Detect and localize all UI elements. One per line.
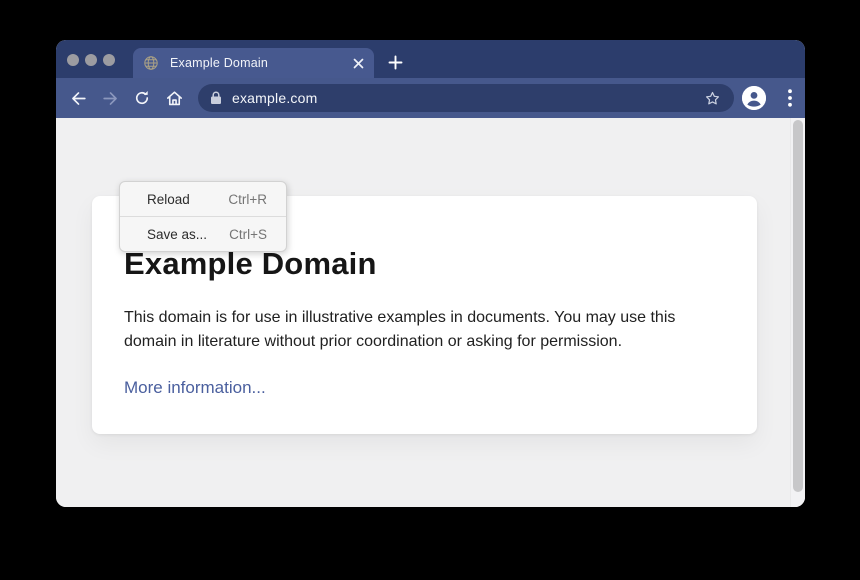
- browser-toolbar: example.com: [56, 78, 805, 118]
- lock-icon[interactable]: [210, 91, 222, 105]
- page-content: Example Domain This domain is for use in…: [56, 118, 805, 507]
- menu-item-shortcut: Ctrl+S: [229, 227, 267, 242]
- window-titlebar: Example Domain: [56, 40, 805, 78]
- close-window-button[interactable]: [67, 54, 79, 66]
- context-menu-item-reload[interactable]: Reload Ctrl+R: [120, 182, 286, 216]
- address-bar[interactable]: example.com: [198, 84, 734, 112]
- maximize-window-button[interactable]: [103, 54, 115, 66]
- menu-item-label: Reload: [147, 192, 190, 207]
- home-button[interactable]: [160, 84, 188, 112]
- menu-item-shortcut: Ctrl+R: [228, 192, 267, 207]
- star-icon: [704, 90, 721, 107]
- globe-favicon-icon: [143, 55, 159, 71]
- person-icon: [742, 86, 766, 110]
- reload-icon: [133, 89, 151, 107]
- browser-tab[interactable]: Example Domain: [133, 48, 374, 78]
- window-controls: [67, 54, 115, 66]
- browser-menu-button[interactable]: [781, 86, 799, 110]
- home-icon: [165, 89, 184, 108]
- browser-window: Example Domain: [56, 40, 805, 507]
- bookmark-star-button[interactable]: [702, 88, 722, 108]
- page-paragraph: This domain is for use in illustrative e…: [124, 306, 712, 354]
- menu-item-label: Save as...: [147, 227, 207, 242]
- context-menu-item-save-as[interactable]: Save as... Ctrl+S: [120, 217, 286, 251]
- tab-title: Example Domain: [170, 56, 268, 70]
- forward-arrow-icon: [101, 89, 120, 108]
- three-dot-menu-icon: [788, 89, 792, 107]
- more-information-link[interactable]: More information...: [124, 378, 266, 398]
- profile-button[interactable]: [742, 86, 766, 110]
- context-menu: Reload Ctrl+R Save as... Ctrl+S: [119, 181, 287, 252]
- tab-close-icon[interactable]: [350, 55, 366, 71]
- scrollbar-track[interactable]: [790, 118, 805, 507]
- close-icon: [353, 58, 364, 69]
- back-button[interactable]: [64, 84, 92, 112]
- reload-button[interactable]: [128, 84, 156, 112]
- new-tab-button[interactable]: [383, 50, 407, 74]
- minimize-window-button[interactable]: [85, 54, 97, 66]
- url-text: example.com: [232, 90, 317, 106]
- screen-background: Example Domain: [0, 0, 860, 580]
- forward-button[interactable]: [96, 84, 124, 112]
- plus-icon: [388, 55, 403, 70]
- scrollbar-thumb[interactable]: [793, 120, 803, 492]
- back-arrow-icon: [69, 89, 88, 108]
